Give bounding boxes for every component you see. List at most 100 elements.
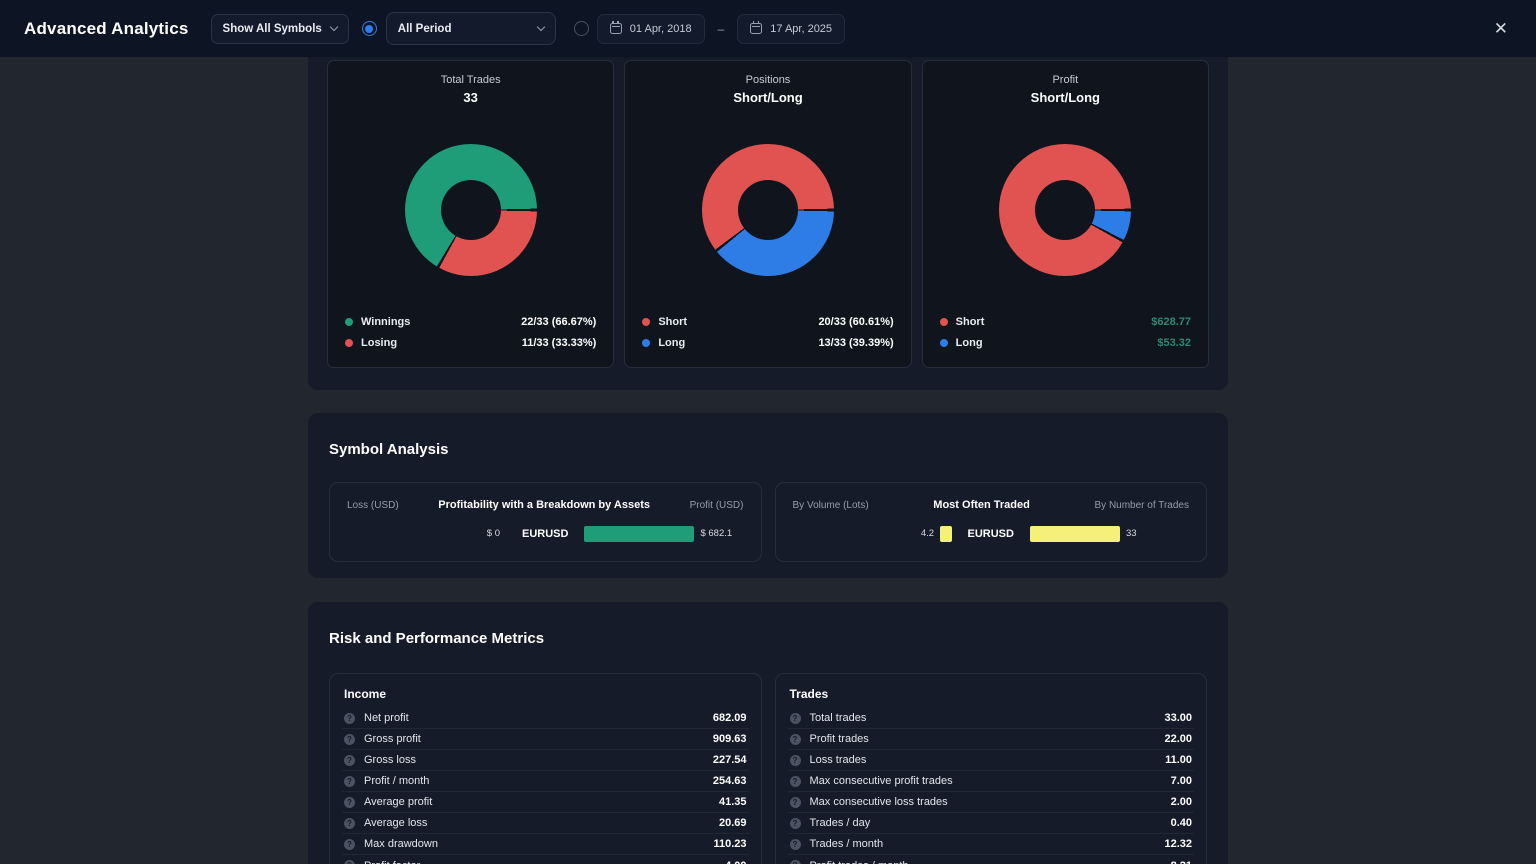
info-icon[interactable]: ? (344, 713, 355, 724)
most-often-traded-card: By Volume (Lots) Most Often Traded By Nu… (775, 482, 1208, 562)
total-trades-donut-chart (405, 144, 537, 276)
chevron-down-icon (537, 23, 545, 31)
content-column: Total Trades 33 Winnings 22/33 (66.67%) … (308, 57, 1228, 864)
table-row: ? Average loss 20.69 (342, 813, 749, 834)
card-label: Profit (940, 74, 1191, 86)
info-icon[interactable]: ? (790, 776, 801, 787)
volume-bar (940, 526, 951, 542)
profit-bar (584, 526, 694, 542)
legend-dot (940, 318, 948, 326)
overview-panel: Total Trades 33 Winnings 22/33 (66.67%) … (308, 57, 1228, 390)
table-title: Income (342, 684, 749, 708)
symbols-dropdown[interactable]: Show All Symbols (211, 14, 349, 44)
legend-row: Long $53.32 (940, 335, 1191, 351)
symbol-bar-row: $ 0 EURUSD $ 682.1 (347, 525, 744, 542)
info-icon[interactable]: ? (344, 797, 355, 808)
legend-dot (940, 339, 948, 347)
calendar-icon (610, 23, 622, 34)
period-dropdown[interactable]: All Period (386, 12, 556, 45)
info-icon[interactable]: ? (344, 839, 355, 850)
table-row: ? Total trades 33.00 (788, 708, 1195, 729)
symbol-bar-row: 4.2 EURUSD 33 (793, 525, 1190, 542)
card-value: Short/Long (642, 90, 893, 105)
positions-card: Positions Short/Long Short 20/33 (60.61%… (624, 60, 911, 368)
table-row: ? Max consecutive profit trades 7.00 (788, 771, 1195, 792)
legend-dot (345, 318, 353, 326)
positions-donut-chart (702, 144, 834, 276)
info-icon[interactable]: ? (790, 839, 801, 850)
table-title: Trades (788, 684, 1195, 708)
info-icon[interactable]: ? (344, 818, 355, 829)
section-title: Risk and Performance Metrics (329, 630, 1207, 647)
info-icon[interactable]: ? (790, 713, 801, 724)
table-row: ? Profit trades / month 8.21 (788, 855, 1195, 864)
date-from-input[interactable]: 01 Apr, 2018 (597, 14, 705, 44)
legend: Short $628.77 Long $53.32 (940, 314, 1191, 351)
profitability-by-assets-card: Loss (USD) Profitability with a Breakdow… (329, 482, 762, 562)
info-icon[interactable]: ? (790, 797, 801, 808)
symbol-analysis-panel: Symbol Analysis Loss (USD) Profitability… (308, 413, 1228, 578)
legend-row: Winnings 22/33 (66.67%) (345, 314, 596, 330)
chart-title: Profitability with a Breakdown by Assets (438, 499, 650, 511)
info-icon[interactable]: ? (790, 818, 801, 829)
section-title: Symbol Analysis (329, 441, 1207, 458)
table-row: ? Max consecutive loss trades 2.00 (788, 792, 1195, 813)
table-rows: ? Net profit 682.09 ? Gross profit 909.6… (342, 708, 749, 864)
date-to-input[interactable]: 17 Apr, 2025 (737, 14, 845, 44)
title-bar: Advanced Analytics Show All Symbols All … (0, 0, 1536, 57)
info-icon[interactable]: ? (790, 734, 801, 745)
period-dropdown-value: All Period (398, 23, 452, 35)
table-row: ? Max drawdown 110.23 (342, 834, 749, 855)
info-icon[interactable]: ? (344, 776, 355, 787)
custom-range-radio[interactable] (574, 21, 589, 36)
table-row: ? Loss trades 11.00 (788, 750, 1195, 771)
card-label: Total Trades (345, 74, 596, 86)
legend-dot (642, 339, 650, 347)
total-trades-card: Total Trades 33 Winnings 22/33 (66.67%) … (327, 60, 614, 368)
card-label: Positions (642, 74, 893, 86)
info-icon[interactable]: ? (790, 860, 801, 864)
legend-row: Losing 11/33 (33.33%) (345, 335, 596, 351)
table-rows: ? Total trades 33.00 ? Profit trades 22.… (788, 708, 1195, 864)
page-title: Advanced Analytics (24, 19, 189, 39)
table-row: ? Average profit 41.35 (342, 792, 749, 813)
card-value: 33 (345, 90, 596, 105)
income-table: Income ? Net profit 682.09 ? Gross profi… (329, 673, 762, 864)
legend-row: Short 20/33 (60.61%) (642, 314, 893, 330)
calendar-icon (750, 23, 762, 34)
right-axis-label: Profit (USD) (690, 500, 744, 511)
left-axis-label: Loss (USD) (347, 500, 399, 511)
info-icon[interactable]: ? (344, 755, 355, 766)
all-period-radio[interactable] (362, 21, 377, 36)
risk-metrics-panel: Risk and Performance Metrics Income ? Ne… (308, 602, 1228, 864)
profit-donut-chart (999, 144, 1131, 276)
trades-table: Trades ? Total trades 33.00 ? Profit tra… (775, 673, 1208, 864)
left-axis-label: By Volume (Lots) (793, 500, 869, 511)
symbols-dropdown-value: Show All Symbols (223, 23, 322, 35)
date-range-separator: – (718, 22, 725, 36)
table-row: ? Profit factor 4.00 (342, 855, 749, 864)
legend-dot (345, 339, 353, 347)
info-icon[interactable]: ? (790, 755, 801, 766)
right-axis-label: By Number of Trades (1095, 500, 1189, 511)
table-row: ? Profit / month 254.63 (342, 771, 749, 792)
chart-title: Most Often Traded (933, 499, 1030, 511)
table-row: ? Trades / day 0.40 (788, 813, 1195, 834)
legend-row: Long 13/33 (39.39%) (642, 335, 893, 351)
info-icon[interactable]: ? (344, 860, 355, 864)
table-row: ? Gross profit 909.63 (342, 729, 749, 750)
date-to-value: 17 Apr, 2025 (770, 23, 832, 35)
close-icon[interactable]: ✕ (1490, 16, 1512, 41)
table-row: ? Net profit 682.09 (342, 708, 749, 729)
profit-card: Profit Short/Long Short $628.77 Long $53… (922, 60, 1209, 368)
legend-dot (642, 318, 650, 326)
chevron-down-icon (330, 23, 338, 31)
legend-row: Short $628.77 (940, 314, 1191, 330)
table-row: ? Trades / month 12.32 (788, 834, 1195, 855)
legend: Winnings 22/33 (66.67%) Losing 11/33 (33… (345, 314, 596, 351)
trades-bar (1030, 526, 1120, 542)
date-from-value: 01 Apr, 2018 (630, 23, 692, 35)
table-row: ? Profit trades 22.00 (788, 729, 1195, 750)
info-icon[interactable]: ? (344, 734, 355, 745)
symbol-label: EURUSD (952, 528, 1030, 540)
